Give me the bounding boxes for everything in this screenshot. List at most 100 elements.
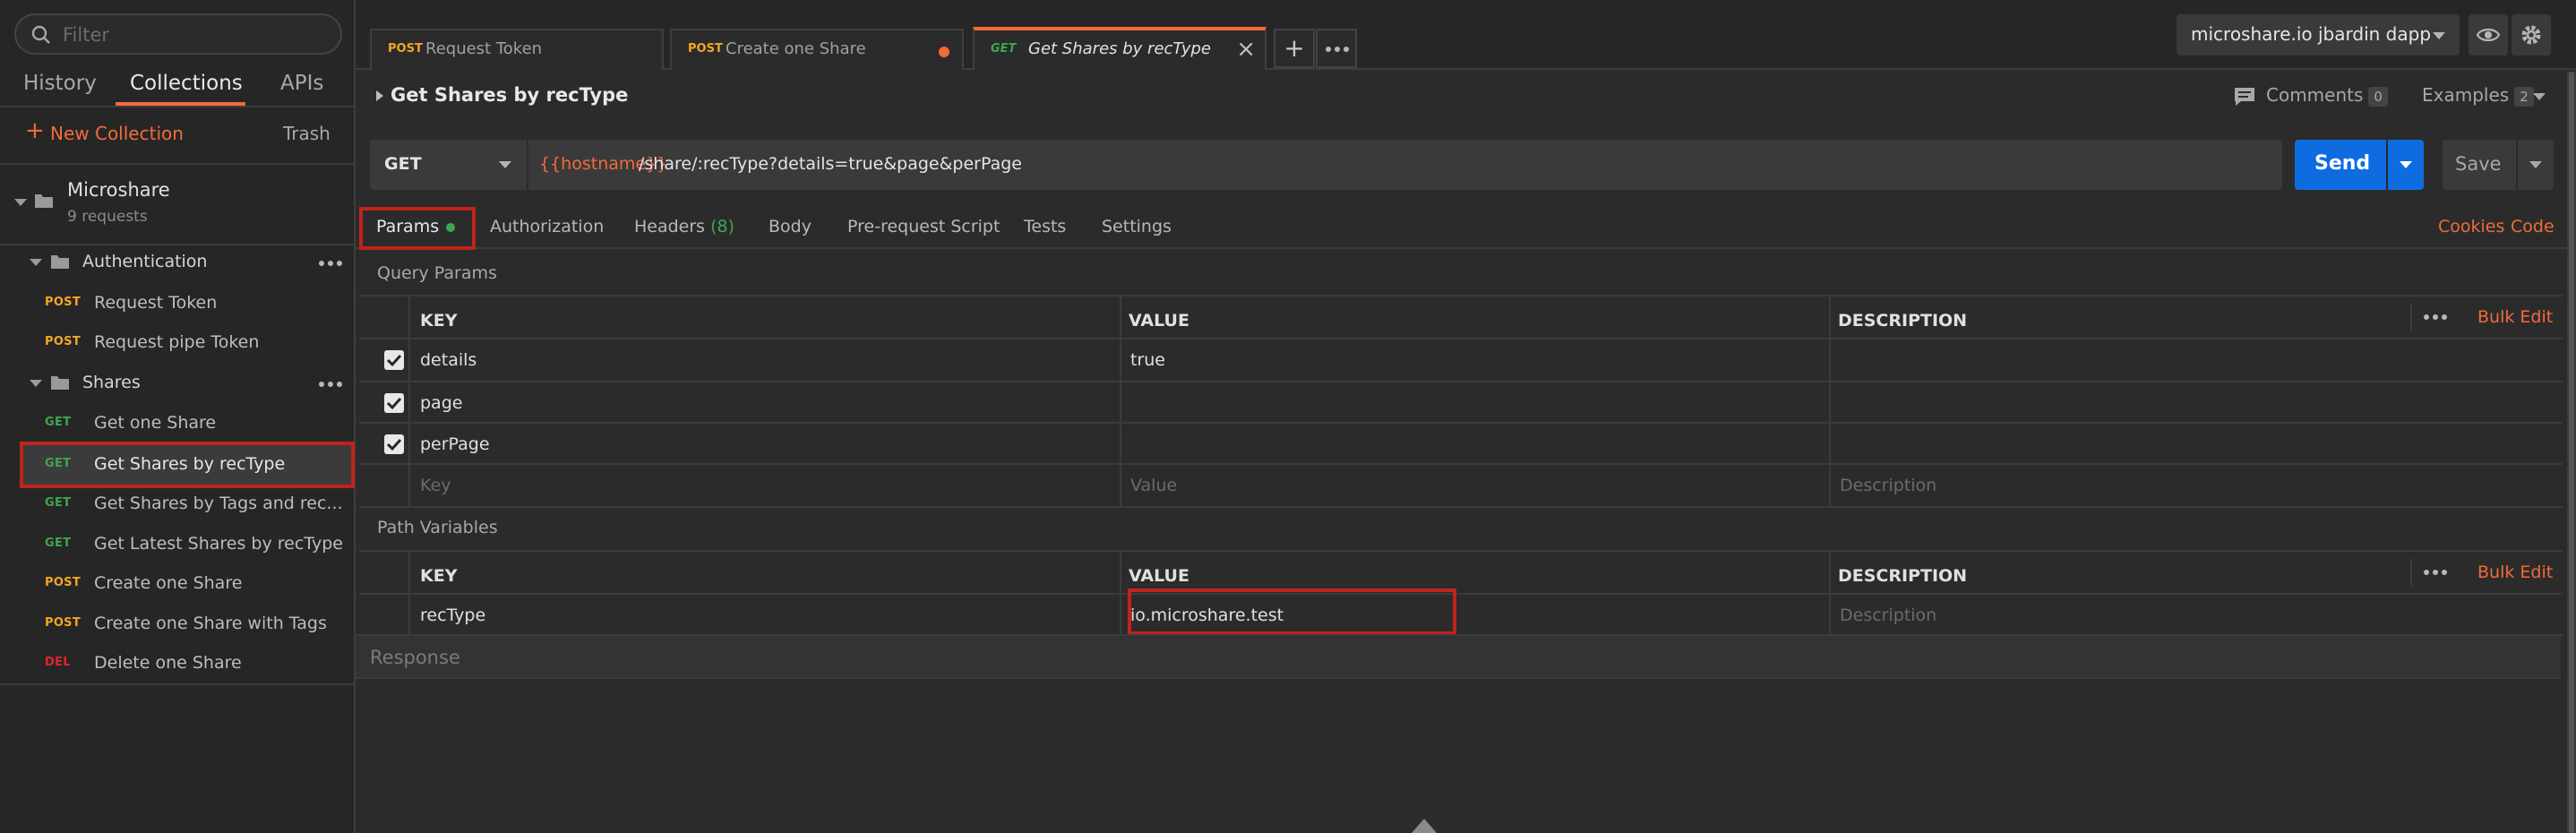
tab-apis[interactable]: APIs [280,72,323,95]
param-value[interactable]: true [1130,350,1165,370]
resize-handle-icon[interactable] [1412,819,1437,833]
new-key-input[interactable]: Key [420,476,451,495]
tab-body[interactable]: Body [769,217,811,236]
tab-tests[interactable]: Tests [1024,217,1066,236]
chevron-down-icon[interactable] [2533,93,2546,100]
method-badge: GET [45,416,72,429]
examples-button[interactable]: Examples 2 [2422,84,2534,107]
send-options-button[interactable] [2388,140,2424,190]
tab-authorization[interactable]: Authorization [490,217,604,236]
value-highlight [1128,588,1456,635]
folder-icon [51,255,69,269]
divider [0,106,354,107]
tab-get-shares-by-rectype[interactable]: GET Get Shares by recType × [973,27,1267,70]
tab-pre-request-script[interactable]: Pre-request Script [847,217,1000,236]
comments-label: Comments [2266,84,2364,106]
method-badge: GET [45,537,72,550]
more-options-icon[interactable] [319,382,346,389]
checkbox[interactable] [384,434,404,454]
column-key: KEY [420,311,458,331]
checkbox[interactable] [384,393,404,413]
check-icon [386,354,402,367]
path-variables-title: Path Variables [377,518,498,537]
comments-count: 0 [2368,87,2388,107]
table-row: details true [359,339,2563,382]
collection-microshare[interactable]: Microshare 9 requests [0,170,354,233]
new-value-input[interactable]: Value [1130,476,1177,495]
request-item[interactable]: GET Get Latest Shares by recType [23,525,351,564]
new-tab-button[interactable]: + [1274,29,1315,68]
more-options-icon[interactable] [319,261,346,268]
path-variables-table: KEY VALUE DESCRIPTION Bulk Edit recType … [359,550,2563,636]
method-select[interactable]: GET [370,140,527,190]
param-key[interactable]: perPage [420,434,490,454]
query-params-title: Query Params [377,263,497,283]
collection-name: Microshare [67,179,170,201]
response-pane-header[interactable]: Response [356,634,2561,679]
table-row: recType io.microshare.test Description [359,595,2563,636]
manage-environments-button[interactable] [2512,14,2551,56]
tab-headers[interactable]: Headers (8) [634,217,734,236]
check-icon [386,438,402,451]
postman-window: Filter History Collections APIs + New Co… [0,0,2576,833]
comments-button[interactable]: Comments 0 [2266,84,2388,107]
trash-button[interactable]: Trash [283,123,331,144]
request-item[interactable]: GET Get one Share [23,404,351,443]
tab-history[interactable]: History [23,72,97,95]
tab-settings[interactable]: Settings [1102,217,1172,236]
new-description-input[interactable]: Description [1840,476,1936,495]
folder-authentication[interactable]: Authentication [0,245,354,280]
request-item[interactable]: GET Get Shares by Tags and rec... [23,485,351,524]
environment-quick-look-button[interactable] [2469,14,2508,56]
collection-count: 9 requests [67,208,148,226]
method-badge: POST [388,42,423,56]
more-options-icon[interactable] [2424,570,2451,577]
param-key[interactable]: page [420,393,462,413]
tab-request-token[interactable]: POST Request Token [370,29,664,70]
column-value: VALUE [1129,566,1189,586]
save-button[interactable]: Save [2443,140,2516,190]
table-row: page [359,382,2563,424]
filter-input[interactable]: Filter [14,13,342,55]
url-input[interactable]: {{hostname}} /share/:recType?details=tru… [528,140,2282,190]
examples-label: Examples [2422,84,2510,106]
tab-label: Headers [634,217,706,236]
send-button[interactable]: Send [2295,140,2386,190]
request-item[interactable]: POST Create one Share [23,564,351,604]
request-item[interactable]: POST Request pipe Token [23,323,351,363]
scrollbar[interactable] [2567,72,2576,833]
code-link[interactable]: Code [2511,217,2555,236]
request-item-selected[interactable]: GET Get Shares by recType [20,442,355,488]
chevron-down-icon [14,199,27,206]
request-item[interactable]: DEL Delete one Share [23,644,351,683]
params-highlight [359,207,476,250]
method-label: GET [384,154,422,174]
environment-select[interactable]: microshare.io jbardin dapp [2177,14,2460,56]
request-item[interactable]: POST Create one Share with Tags [23,605,351,644]
request-name: Create one Share [94,573,243,593]
request-item[interactable]: POST Request Token [23,284,351,323]
folder-shares[interactable]: Shares [0,365,354,401]
column-divider [1829,296,1831,508]
column-divider [408,296,410,508]
tab-options-button[interactable] [1316,29,1357,68]
bulk-edit-link[interactable]: Bulk Edit [2477,307,2553,327]
table-row: perPage [359,424,2563,465]
environment-label: microshare.io jbardin dapp [2191,23,2432,45]
method-badge: POST [45,296,82,309]
tab-create-one-share[interactable]: POST Create one Share [670,29,964,70]
more-options-icon[interactable] [2424,314,2451,322]
column-value: VALUE [1129,311,1189,331]
description-input[interactable]: Description [1840,605,1936,625]
close-icon[interactable]: × [1236,38,1256,61]
save-options-button[interactable] [2518,140,2554,190]
cookies-link[interactable]: Cookies [2438,217,2504,236]
tab-collections[interactable]: Collections [130,72,243,95]
chevron-right-icon[interactable] [376,90,383,101]
param-key[interactable]: details [420,350,477,370]
bulk-edit-link[interactable]: Bulk Edit [2477,562,2553,582]
checkbox[interactable] [384,350,404,370]
request-title: Get Shares by recType [391,84,629,106]
url-path: /share/:recType?details=true&page&perPag… [639,154,1022,174]
sidebar: Filter History Collections APIs + New Co… [0,0,356,833]
